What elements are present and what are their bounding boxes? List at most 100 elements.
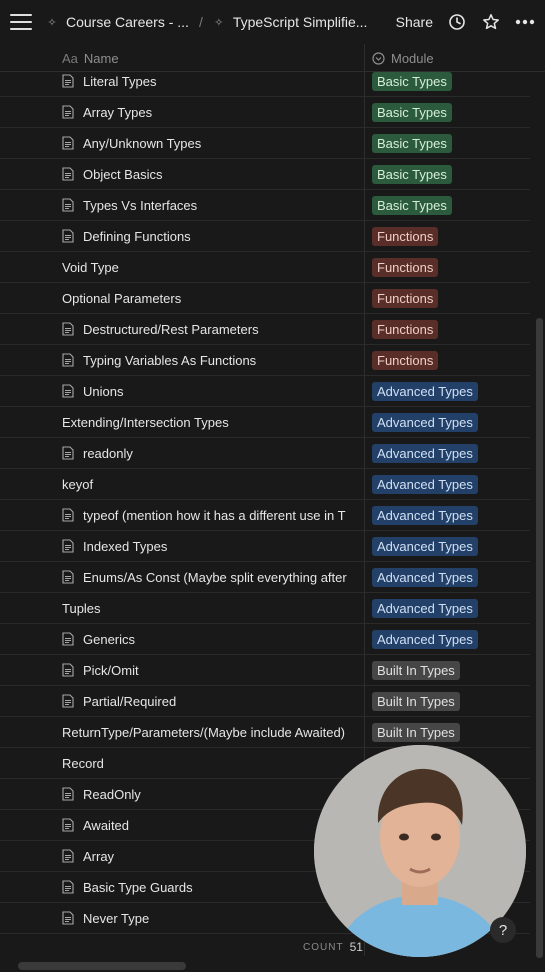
table-row[interactable]: ReturnType/Parameters/(Maybe include Awa… [0,717,530,748]
module-cell[interactable]: Basic Types [372,128,452,158]
breadcrumb-workspace[interactable]: Course Careers - ... [66,14,189,30]
module-column-label: Module [391,50,434,66]
name-cell[interactable]: Destructured/Rest Parameters [62,314,362,344]
module-cell[interactable]: Built In Types [372,717,460,747]
name-cell[interactable]: Void Type [62,252,362,282]
table-row[interactable]: Destructured/Rest Parameters Functions [0,314,530,345]
row-title: readonly [83,445,133,461]
name-cell[interactable]: Extending/Intersection Types [62,407,362,437]
page-document-icon [62,787,74,801]
module-cell[interactable]: Advanced Types [372,531,478,561]
name-cell[interactable]: Array Types [62,97,362,127]
page-document-icon [62,384,74,398]
name-cell[interactable]: readonly [62,438,362,468]
name-cell[interactable]: Pick/Omit [62,655,362,685]
table-row[interactable]: Object Basics Basic Types [0,159,530,190]
horizontal-scrollbar[interactable] [18,962,186,970]
row-title: Enums/As Const (Maybe split everything a… [83,569,347,585]
row-title: Any/Unknown Types [83,135,202,151]
row-title: Optional Parameters [62,290,182,306]
name-cell[interactable]: Typing Variables As Functions [62,345,362,375]
table-row[interactable]: typeof (mention how it has a different u… [0,500,530,531]
name-cell[interactable]: Types Vs Interfaces [62,190,362,220]
row-title: Record [62,755,104,771]
name-cell[interactable]: Unions [62,376,362,406]
table-row[interactable]: Extending/Intersection Types Advanced Typ… [0,407,530,438]
module-tag: Basic Types [372,133,452,153]
page-document-icon [62,818,74,832]
module-cell[interactable]: Functions [372,345,439,375]
table-row[interactable]: Types Vs Interfaces Basic Types [0,190,530,221]
module-cell[interactable]: Basic Types [372,97,452,127]
module-cell[interactable]: Built In Types [372,686,460,716]
row-title: typeof (mention how it has a different u… [83,507,346,523]
table-row[interactable]: Partial/Required Built In Types [0,686,530,717]
table-row[interactable]: Defining Functions Functions [0,221,530,252]
table-row[interactable]: Pick/Omit Built In Types [0,655,530,686]
module-tag: Advanced Types [372,505,478,525]
table-row[interactable]: Void Type Functions [0,252,530,283]
vertical-scrollbar[interactable] [536,318,543,958]
module-cell[interactable]: Advanced Types [372,407,478,437]
module-cell[interactable]: Basic Types [372,190,452,220]
name-cell[interactable]: typeof (mention how it has a different u… [62,500,362,530]
page-document-icon [62,322,74,336]
name-cell[interactable]: Generics [62,624,362,654]
share-button[interactable]: Share [396,14,433,30]
module-cell[interactable]: Functions [372,283,439,313]
table-row[interactable]: Array Types Basic Types [0,97,530,128]
breadcrumb-page[interactable]: TypeScript Simplifie... [233,14,368,30]
name-cell[interactable]: Never Type [62,903,362,933]
name-column-header[interactable]: Aa Name [62,44,119,72]
name-cell[interactable]: Partial/Required [62,686,362,716]
table-row[interactable]: Tuples Advanced Types [0,593,530,624]
table-row[interactable]: readonly Advanced Types [0,438,530,469]
name-cell[interactable]: ReturnType/Parameters/(Maybe include Awa… [62,717,362,747]
name-cell[interactable]: Tuples [62,593,362,623]
module-cell[interactable]: Advanced Types [372,624,478,654]
module-cell[interactable]: Functions [372,221,439,251]
name-cell[interactable]: keyof [62,469,362,499]
module-cell[interactable]: Advanced Types [372,438,478,468]
name-cell[interactable]: Defining Functions [62,221,362,251]
module-cell[interactable]: Advanced Types [372,500,478,530]
history-icon[interactable] [447,12,467,32]
row-title: Unions [83,383,124,399]
name-cell[interactable]: Record [62,748,362,778]
name-cell[interactable]: ReadOnly [62,779,362,809]
module-cell[interactable]: Advanced Types [372,593,478,623]
module-cell[interactable]: Advanced Types [372,469,478,499]
row-title: Array Types [83,104,153,120]
module-cell[interactable]: Advanced Types [372,376,478,406]
table-row[interactable]: keyof Advanced Types [0,469,530,500]
table-row[interactable]: Indexed Types Advanced Types [0,531,530,562]
table-row[interactable]: Enums/As Const (Maybe split everything a… [0,562,530,593]
module-tag: Advanced Types [372,536,478,556]
more-icon[interactable] [515,12,535,32]
module-cell[interactable]: Functions [372,252,439,282]
menu-icon[interactable] [10,14,32,30]
count-footer: COUNT 51 [303,940,363,954]
table-row[interactable]: Typing Variables As Functions Functions [0,345,530,376]
star-icon[interactable] [481,12,501,32]
module-column-header[interactable]: Module [372,44,434,72]
module-cell[interactable]: Basic Types [372,159,452,189]
name-cell[interactable]: Indexed Types [62,531,362,561]
help-button[interactable]: ? [490,917,516,943]
table-row[interactable]: Generics Advanced Types [0,624,530,655]
module-tag: Basic Types [372,164,452,184]
table-row[interactable]: Optional Parameters Functions [0,283,530,314]
module-cell[interactable]: Advanced Types [372,562,478,592]
count-label: COUNT [303,941,344,953]
module-cell[interactable]: Built In Types [372,655,460,685]
module-cell[interactable]: Functions [372,314,439,344]
table-row[interactable]: Unions Advanced Types [0,376,530,407]
name-cell[interactable]: Enums/As Const (Maybe split everything a… [62,562,362,592]
name-cell[interactable]: Any/Unknown Types [62,128,362,158]
table-row[interactable]: Any/Unknown Types Basic Types [0,128,530,159]
module-tag: Advanced Types [372,598,478,618]
page-document-icon [62,880,74,894]
name-cell[interactable]: Object Basics [62,159,362,189]
name-cell[interactable]: Optional Parameters [62,283,362,313]
module-tag: Advanced Types [372,412,478,432]
